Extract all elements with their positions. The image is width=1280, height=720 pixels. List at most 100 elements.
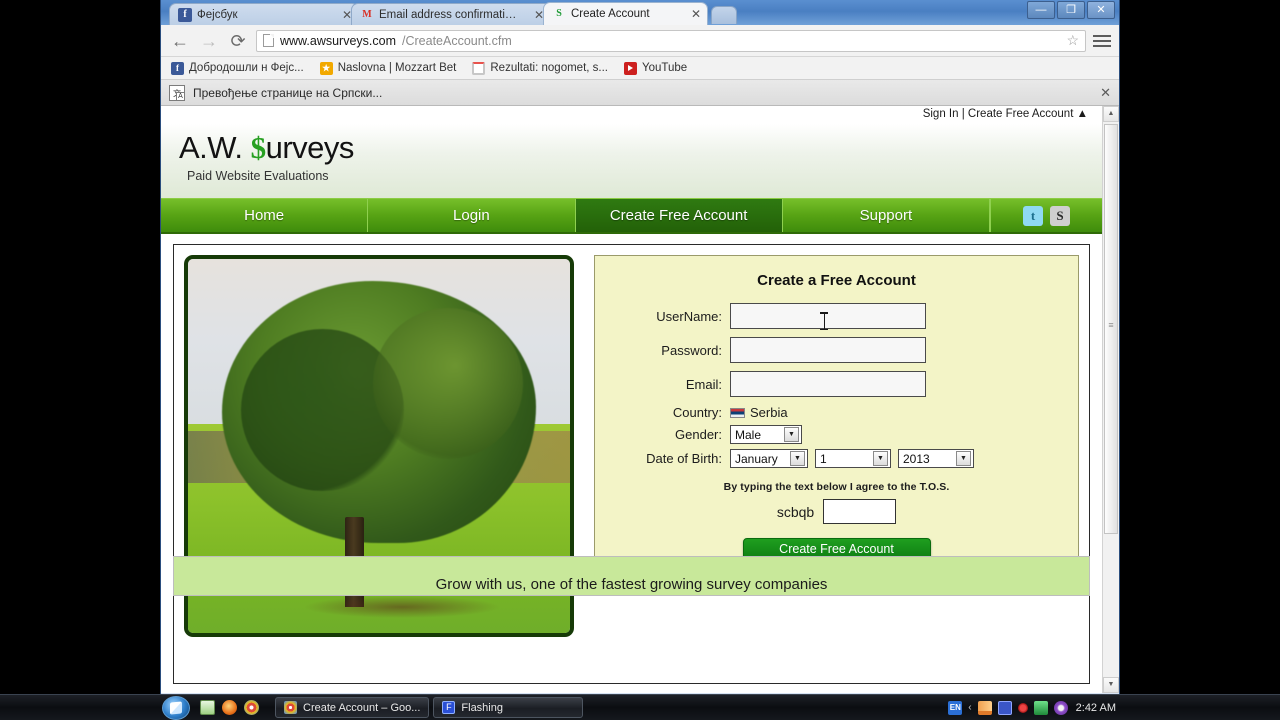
gmail-icon: M xyxy=(362,8,372,20)
bookmark-mozzart[interactable]: ★ Naslovna | Mozzart Bet xyxy=(319,61,457,75)
tree-canopy xyxy=(222,281,536,544)
bookmark-rezultati[interactable]: Rezultati: nogomet, s... xyxy=(472,61,608,75)
web-page: Sign In | Create Free Account ▲ A.W. $ur… xyxy=(161,106,1102,693)
scroll-down-icon[interactable]: ▼ xyxy=(1103,677,1119,693)
youtube-icon xyxy=(624,61,637,75)
bookmark-facebook[interactable]: f Добродошли н Фејс... xyxy=(171,61,304,75)
captcha-input[interactable] xyxy=(823,499,897,524)
gender-select[interactable]: Male ▼ xyxy=(730,425,802,444)
chevron-down-icon: ▼ xyxy=(956,451,971,466)
maximize-button[interactable]: ❐ xyxy=(1057,1,1085,19)
tos-text: By typing the text below I agree to the … xyxy=(723,481,950,493)
site-navigation: Home Login Create Free Account Support t… xyxy=(161,198,1102,234)
bookmark-label: Rezultati: nogomet, s... xyxy=(490,62,608,74)
close-button[interactable]: ✕ xyxy=(1087,1,1115,19)
nav-item-home[interactable]: Home xyxy=(161,199,369,232)
new-tab-button[interactable] xyxy=(711,6,737,24)
alert-icon[interactable] xyxy=(1017,702,1028,713)
notes-icon[interactable] xyxy=(200,700,215,715)
sign-in-link[interactable]: Sign In xyxy=(923,108,959,120)
chrome-menu-icon[interactable] xyxy=(1093,34,1111,47)
windows-start-orb[interactable] xyxy=(162,695,190,720)
network-icon[interactable] xyxy=(997,700,1012,715)
form-title: Create a Free Account xyxy=(757,272,916,289)
reload-icon[interactable]: ⟳ xyxy=(227,32,249,50)
country-label: Country: xyxy=(672,405,722,420)
page-viewport: Sign In | Create Free Account ▲ A.W. $ur… xyxy=(161,106,1119,693)
chart-icon[interactable] xyxy=(1033,700,1048,715)
twitter-icon[interactable]: t xyxy=(1023,205,1043,226)
tab-close-icon[interactable]: ✕ xyxy=(526,8,544,22)
translate-icon: 文A xyxy=(169,84,185,101)
taskbar-clock[interactable]: 2:42 AM xyxy=(1076,702,1116,714)
firefox-icon[interactable] xyxy=(222,700,237,715)
language-indicator[interactable]: EN xyxy=(948,700,963,715)
system-tray: EN ‹ 2:42 AM xyxy=(948,700,1280,715)
antivirus-icon[interactable] xyxy=(1053,700,1068,715)
chrome-browser-window: f Фејсбук ✕ M Email address confirmation… xyxy=(160,0,1120,694)
taskbar-window-chrome[interactable]: Create Account – Goo... xyxy=(275,697,430,718)
tab-close-icon[interactable]: ✕ xyxy=(683,7,701,21)
form-row-country: Country: Serbia xyxy=(615,405,1058,420)
password-label: Password: xyxy=(661,342,722,358)
chrome-icon[interactable] xyxy=(244,700,259,715)
signal-icon[interactable] xyxy=(977,700,992,715)
nav-item-support[interactable]: Support xyxy=(783,199,990,232)
forward-icon[interactable]: → xyxy=(198,32,220,50)
bookmark-youtube[interactable]: YouTube xyxy=(624,61,687,75)
browser-tab-facebook[interactable]: f Фејсбук ✕ xyxy=(169,3,359,25)
browser-tab-create-account[interactable]: S Create Account ✕ xyxy=(543,2,708,25)
windows-taskbar: Create Account – Goo... F Flashing EN ‹ … xyxy=(0,694,1280,720)
page-scrollbar[interactable]: ▲ ▼ xyxy=(1102,106,1119,693)
skype-icon[interactable]: S xyxy=(1050,205,1070,226)
scrollbar-thumb[interactable] xyxy=(1104,124,1118,534)
bookmark-star-icon[interactable]: ☆ xyxy=(1066,32,1079,49)
username-input[interactable] xyxy=(730,303,926,329)
form-row-email: Email: xyxy=(615,371,1058,397)
close-icon[interactable]: ✕ xyxy=(1100,85,1111,101)
taskbar-window-label: Flashing xyxy=(461,701,503,714)
dob-month-select[interactable]: January ▼ xyxy=(730,449,808,468)
collapse-icon[interactable]: ▲ xyxy=(1077,108,1088,120)
tab-title: Фејсбук xyxy=(197,8,238,21)
sign-in-bar: Sign In | Create Free Account ▲ xyxy=(161,106,1102,124)
dob-selects: January ▼ 1 ▼ 2013 ▼ xyxy=(730,449,974,468)
form-row-username: UserName: xyxy=(615,303,1058,329)
create-account-form: Create a Free Account UserName: Password… xyxy=(594,255,1079,575)
browser-tab-email-confirmation[interactable]: M Email address confirmation - ✕ xyxy=(351,3,551,25)
minimize-button[interactable]: — xyxy=(1027,1,1055,19)
chevron-down-icon: ▼ xyxy=(784,427,799,442)
form-row-gender: Gender: Male ▼ xyxy=(615,425,1058,444)
scroll-up-icon[interactable]: ▲ xyxy=(1103,106,1119,122)
site-header: A.W. $urveys Paid Website Evaluations xyxy=(161,124,1102,198)
flash-icon: F xyxy=(442,701,456,714)
dob-year-select[interactable]: 2013 ▼ xyxy=(898,449,974,468)
tree-shadow xyxy=(302,595,502,619)
nav-item-login[interactable]: Login xyxy=(368,199,576,232)
dob-day-select[interactable]: 1 ▼ xyxy=(815,449,891,468)
form-row-password: Password: xyxy=(615,337,1058,363)
show-hidden-icons-icon[interactable]: ‹ xyxy=(968,702,971,713)
logo-pre: A.W. xyxy=(179,130,251,165)
tab-title: Create Account xyxy=(571,8,650,20)
bookmark-label: Naslovna | Mozzart Bet xyxy=(337,62,457,74)
dob-label: Date of Birth: xyxy=(646,451,722,466)
email-input[interactable] xyxy=(730,371,926,397)
window-controls: — ❐ ✕ xyxy=(1027,1,1115,19)
bookmark-label: Добродошли н Фејс... xyxy=(189,62,304,74)
growth-banner: Grow with us, one of the fastest growing… xyxy=(173,556,1090,596)
browser-toolbar: ← → ⟳ www.awsurveys.com/CreateAccount.cf… xyxy=(161,25,1119,57)
address-bar[interactable]: www.awsurveys.com/CreateAccount.cfm ☆ xyxy=(256,29,1086,52)
taskbar-window-flashing[interactable]: F Flashing xyxy=(433,697,584,718)
create-free-account-link[interactable]: Create Free Account xyxy=(968,108,1073,120)
logo-post: urveys xyxy=(265,130,355,165)
loading-icon xyxy=(472,61,486,75)
captcha-row: scbqb xyxy=(615,499,1058,524)
country-value: Serbia xyxy=(750,405,788,420)
nav-item-create-free-account[interactable]: Create Free Account xyxy=(575,199,783,232)
screen: f Фејсбук ✕ M Email address confirmation… xyxy=(0,0,1280,720)
back-icon[interactable]: ← xyxy=(169,32,191,50)
translate-infobar: 文A Превођење странице на Српски... ✕ xyxy=(161,80,1119,106)
password-input[interactable] xyxy=(730,337,926,363)
tab-close-icon[interactable]: ✕ xyxy=(334,8,352,22)
